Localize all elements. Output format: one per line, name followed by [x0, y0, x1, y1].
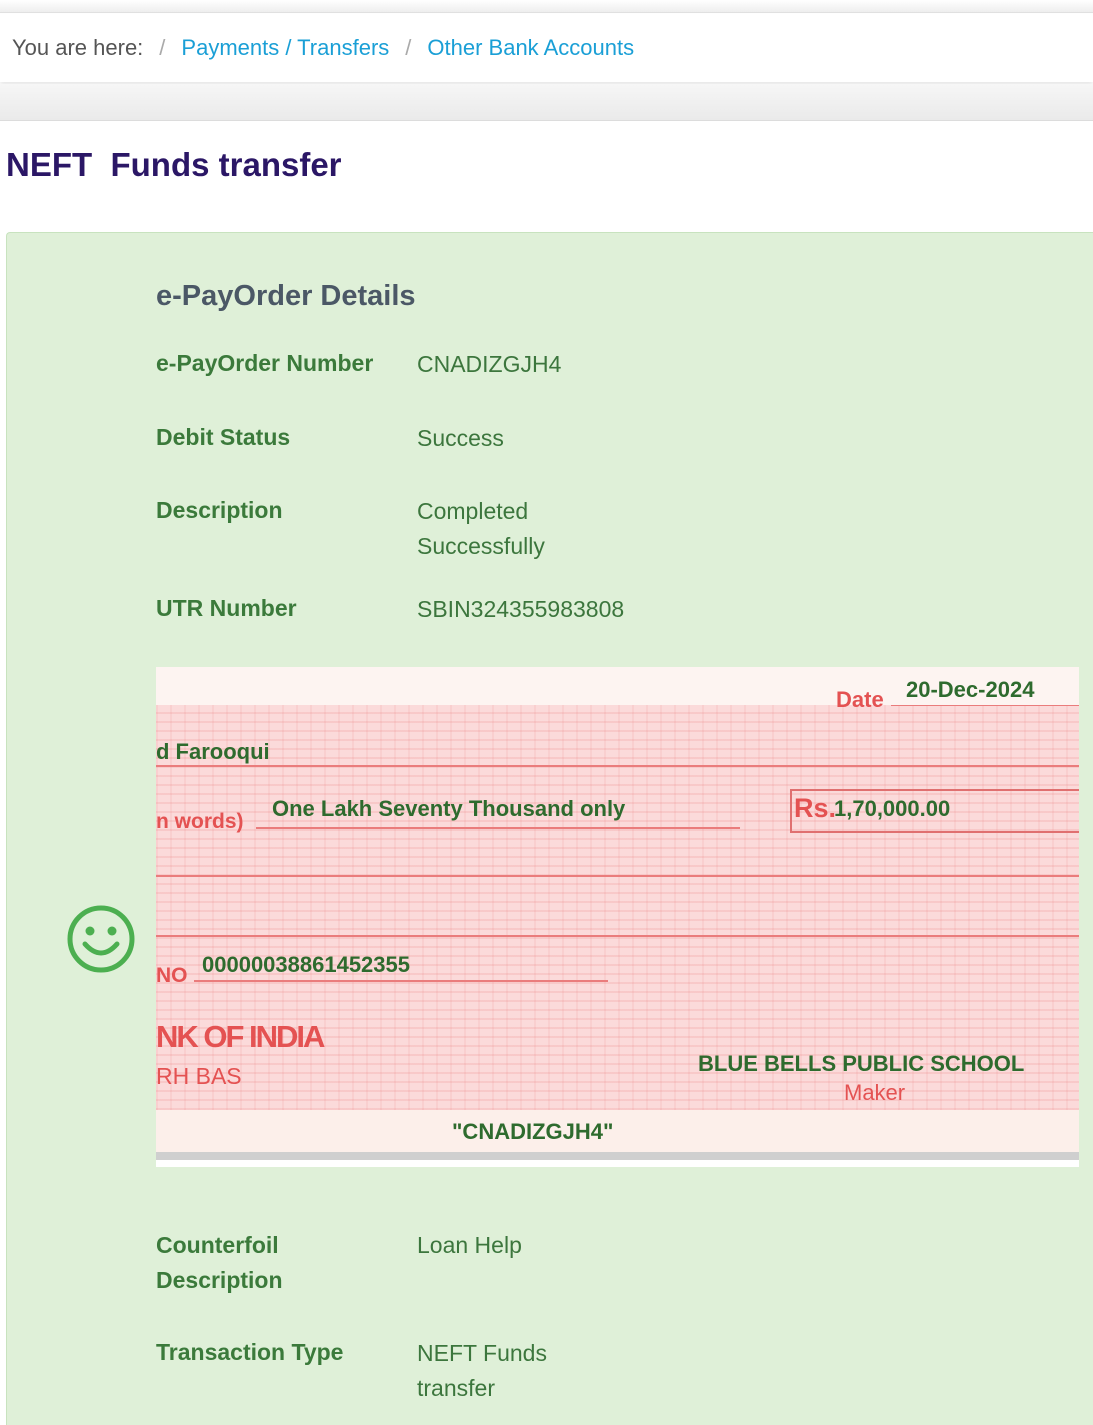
description-label: Description	[156, 497, 283, 523]
debit-status-label: Debit Status	[156, 424, 291, 450]
breadcrumb-separator: /	[159, 35, 166, 60]
cheque-edge	[156, 1152, 1079, 1160]
cheque-amount-figures: 1,70,000.00	[834, 796, 951, 821]
debit-status-value: Success	[417, 425, 504, 451]
cheque-currency: Rs.	[794, 793, 837, 823]
counterfoil-description-value: Loan Help	[417, 1232, 522, 1258]
breadcrumb-prefix: You are here:	[12, 35, 144, 60]
cheque-edge-white	[156, 1160, 1079, 1167]
cheque-words-line	[256, 827, 740, 829]
cheque-account-number: 00000038861452355	[202, 952, 411, 977]
breadcrumb-link-other-bank-accounts[interactable]: Other Bank Accounts	[427, 35, 634, 61]
cheque-footer-area	[156, 1110, 1079, 1152]
section-title: e-PayOrder Details	[156, 280, 416, 312]
cheque-date-value: 20-Dec-2024	[906, 677, 1035, 702]
cheque-date-label: Date	[836, 687, 884, 712]
cheque-payee: d Farooqui	[156, 739, 270, 764]
cheque-line	[156, 875, 1079, 877]
cheque-reference: "CNADIZGJH4"	[452, 1119, 614, 1144]
breadcrumb-link-payments-transfers[interactable]: Payments / Transfers	[181, 35, 389, 61]
cheque-maker-label: Maker	[844, 1080, 906, 1105]
cheque-date-line	[891, 705, 1079, 706]
top-strip	[0, 0, 1093, 13]
cheque-payee-line	[156, 765, 1079, 767]
page-title: NEFT Funds transfer	[6, 146, 342, 183]
cheque-line	[156, 935, 1079, 937]
epayorder-number-label: e-PayOrder Number	[156, 350, 374, 376]
cheque-branch: RH BAS	[156, 1063, 242, 1089]
transaction-type-value: NEFT Funds transfer	[417, 1340, 547, 1401]
transaction-type-label: Transaction Type	[156, 1339, 344, 1365]
utr-number-label: UTR Number	[156, 595, 297, 621]
epayorder-number-value: CNADIZGJH4	[417, 351, 562, 377]
breadcrumb-separator: /	[405, 35, 412, 60]
divider-bar	[0, 84, 1093, 121]
cheque-account-line	[194, 980, 608, 982]
cheque-words-label: n words)	[156, 810, 244, 833]
description-value: Completed Successfully	[417, 498, 545, 559]
cheque-bank-name: NK OF INDIA	[156, 1019, 325, 1054]
utr-number-value: SBIN324355983808	[417, 596, 625, 622]
smiley-icon	[67, 905, 135, 973]
cheque-amount-words: One Lakh Seventy Thousand only	[272, 796, 626, 821]
cheque-image: Date 20-Dec-2024 d Farooqui n words) One…	[156, 667, 1079, 1167]
cheque-account-label: NO	[156, 964, 188, 987]
counterfoil-description-label: Counterfoil Description	[156, 1232, 283, 1293]
breadcrumb: You are here: / Payments / Transfers / O…	[0, 14, 1093, 82]
cheque-drawer: BLUE BELLS PUBLIC SCHOOL	[698, 1051, 1025, 1076]
